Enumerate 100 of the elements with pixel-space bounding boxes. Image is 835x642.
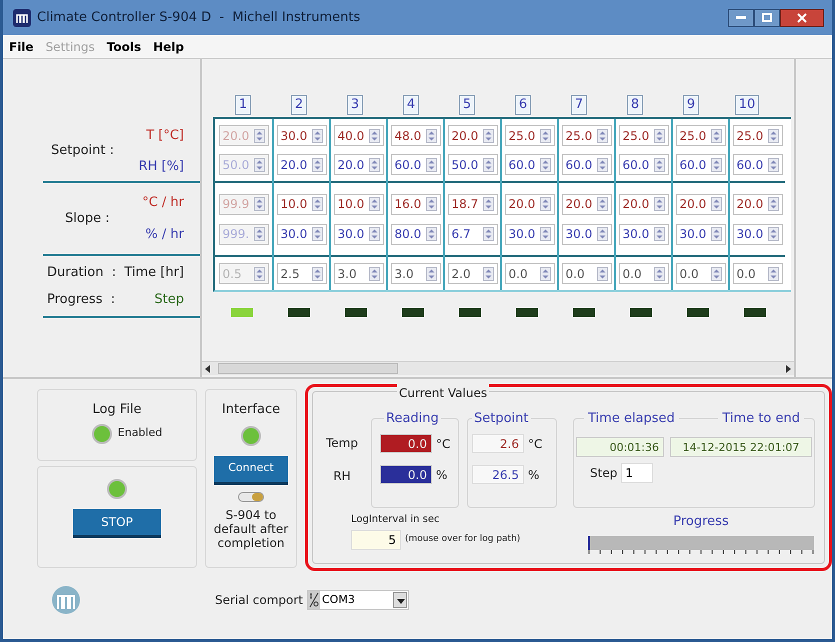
spinner-arrows-icon[interactable] xyxy=(768,227,778,241)
scrollbar-thumb[interactable] xyxy=(218,363,398,374)
spinner-arrows-icon[interactable] xyxy=(426,197,436,211)
spinner-arrows-icon[interactable] xyxy=(596,266,608,280)
number-spinner[interactable]: 20.0 xyxy=(334,154,384,175)
spinner-arrows-icon[interactable] xyxy=(654,158,664,172)
number-spinner[interactable]: 30.0 xyxy=(276,125,326,146)
number-spinner[interactable]: 0.0 xyxy=(732,263,782,284)
spinner-arrows-icon[interactable] xyxy=(540,197,550,211)
spinner-arrows-icon[interactable] xyxy=(710,266,722,280)
menu-item[interactable]: Help xyxy=(153,38,184,56)
spinner-arrows-icon[interactable] xyxy=(368,197,380,211)
number-spinner[interactable]: 80.0 xyxy=(390,224,440,244)
spinner-arrows-icon[interactable] xyxy=(426,128,436,142)
number-spinner[interactable]: 60.0 xyxy=(676,154,726,175)
spinner-arrows-icon[interactable] xyxy=(540,128,550,142)
number-spinner[interactable]: 40.0 xyxy=(334,125,384,146)
number-spinner[interactable]: 60.0 xyxy=(562,154,612,175)
spinner-arrows-icon[interactable] xyxy=(710,197,722,211)
number-spinner[interactable]: 20.0 xyxy=(618,194,668,214)
number-spinner[interactable]: 60.0 xyxy=(618,154,668,175)
number-spinner[interactable]: 50.0 xyxy=(448,154,498,175)
close-button[interactable] xyxy=(780,8,824,26)
number-spinner[interactable]: 20.0 xyxy=(676,194,726,214)
stop-button[interactable]: STOP xyxy=(73,509,161,535)
spinner-arrows-icon[interactable] xyxy=(482,197,494,211)
number-spinner[interactable]: 25.0 xyxy=(562,125,612,146)
spinner-arrows-icon[interactable] xyxy=(654,266,664,280)
number-spinner[interactable]: 60.0 xyxy=(732,154,782,175)
number-spinner[interactable]: 30.0 xyxy=(562,224,612,244)
spinner-arrows-icon[interactable] xyxy=(368,227,380,241)
number-spinner[interactable]: 60.0 xyxy=(504,154,554,175)
spinner-arrows-icon[interactable] xyxy=(654,197,664,211)
spinner-arrows-icon[interactable] xyxy=(540,266,550,280)
number-spinner[interactable]: 25.0 xyxy=(676,125,726,146)
number-spinner[interactable]: 30.0 xyxy=(732,224,782,244)
spinner-arrows-icon[interactable] xyxy=(710,227,722,241)
spinner-arrows-icon[interactable] xyxy=(482,227,494,241)
spinner-arrows-icon[interactable] xyxy=(482,128,494,142)
number-spinner[interactable]: 3.0 xyxy=(390,263,440,284)
spinner-arrows-icon[interactable] xyxy=(596,158,608,172)
number-spinner[interactable]: 10.0 xyxy=(334,194,384,214)
spinner-arrows-icon[interactable] xyxy=(312,158,322,172)
number-spinner[interactable]: 30.0 xyxy=(334,224,384,244)
spinner-arrows-icon[interactable] xyxy=(312,197,322,211)
minimize-button[interactable] xyxy=(728,8,754,26)
spinner-arrows-icon[interactable] xyxy=(654,128,664,142)
number-spinner[interactable]: 0.0 xyxy=(618,263,668,284)
menu-item[interactable]: File xyxy=(9,38,34,56)
connect-button[interactable]: Connect xyxy=(214,456,288,482)
number-spinner[interactable]: 2.0 xyxy=(448,263,498,284)
number-spinner[interactable]: 30.0 xyxy=(276,224,326,244)
number-spinner[interactable]: 10.0 xyxy=(276,194,326,214)
spinner-arrows-icon[interactable] xyxy=(368,128,380,142)
spinner-arrows-icon[interactable] xyxy=(482,158,494,172)
number-spinner[interactable]: 20.0 xyxy=(276,154,326,175)
number-spinner[interactable]: 6.7 xyxy=(448,224,498,244)
number-spinner[interactable]: 48.0 xyxy=(390,125,440,146)
number-spinner[interactable]: 30.0 xyxy=(504,224,554,244)
spinner-arrows-icon[interactable] xyxy=(312,128,322,142)
spinner-arrows-icon[interactable] xyxy=(540,158,550,172)
spinner-arrows-icon[interactable] xyxy=(768,128,778,142)
spinner-arrows-icon[interactable] xyxy=(312,227,322,241)
spinner-arrows-icon[interactable] xyxy=(540,227,550,241)
spinner-arrows-icon[interactable] xyxy=(596,128,608,142)
number-spinner[interactable]: 0.0 xyxy=(676,263,726,284)
toggle-switch[interactable] xyxy=(238,492,264,502)
number-spinner[interactable]: 25.0 xyxy=(732,125,782,146)
number-spinner[interactable]: 25.0 xyxy=(618,125,668,146)
spinner-arrows-icon[interactable] xyxy=(596,197,608,211)
spinner-arrows-icon[interactable] xyxy=(426,266,436,280)
number-spinner[interactable]: 20.0 xyxy=(448,125,498,146)
horizontal-scrollbar[interactable] xyxy=(202,361,794,375)
scroll-right-arrow-icon[interactable] xyxy=(786,364,791,372)
dropdown-caret-icon[interactable] xyxy=(393,592,407,608)
spinner-arrows-icon[interactable] xyxy=(768,158,778,172)
spinner-arrows-icon[interactable] xyxy=(426,227,436,241)
number-spinner[interactable]: 16.0 xyxy=(390,194,440,214)
spinner-arrows-icon[interactable] xyxy=(710,128,722,142)
number-spinner[interactable]: 30.0 xyxy=(676,224,726,244)
spinner-arrows-icon[interactable] xyxy=(368,266,380,280)
spinner-arrows-icon[interactable] xyxy=(768,266,778,280)
number-spinner[interactable]: 25.0 xyxy=(504,125,554,146)
spinner-arrows-icon[interactable] xyxy=(596,227,608,241)
menu-item[interactable]: Tools xyxy=(106,38,142,56)
number-spinner[interactable]: 3.0 xyxy=(334,263,384,284)
spinner-arrows-icon[interactable] xyxy=(710,158,722,172)
number-spinner[interactable]: 2.5 xyxy=(276,263,326,284)
number-spinner[interactable]: 18.7 xyxy=(448,194,498,214)
number-spinner[interactable]: 60.0 xyxy=(390,154,440,175)
number-spinner[interactable]: 30.0 xyxy=(618,224,668,244)
spinner-arrows-icon[interactable] xyxy=(312,266,322,280)
spinner-arrows-icon[interactable] xyxy=(426,158,436,172)
number-spinner[interactable]: 20.0 xyxy=(732,194,782,214)
maximize-button[interactable] xyxy=(754,8,780,26)
spinner-arrows-icon[interactable] xyxy=(768,197,778,211)
comport-dropdown[interactable]: COM3 xyxy=(307,590,409,610)
number-spinner[interactable]: 0.0 xyxy=(562,263,612,284)
log-interval-field[interactable]: 5 xyxy=(351,530,401,550)
spinner-arrows-icon[interactable] xyxy=(482,266,494,280)
